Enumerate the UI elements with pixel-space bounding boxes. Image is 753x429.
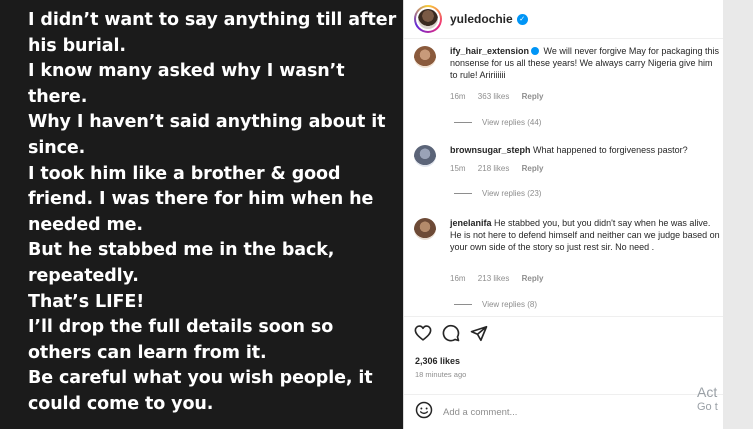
view-replies-button[interactable]: View replies (23) (454, 189, 541, 198)
reply-button[interactable]: Reply (522, 274, 544, 283)
comment-time: 16m (450, 274, 466, 283)
page-gutter (723, 0, 753, 429)
post-text-line: since. (28, 137, 86, 158)
verified-badge-icon (531, 47, 540, 55)
watermark-line-2: Go t (697, 401, 718, 413)
commenter-avatar[interactable] (414, 46, 436, 68)
reply-button[interactable]: Reply (522, 164, 544, 173)
post-text-line: friend. I was there for him when he (28, 189, 374, 210)
comment-time: 16m (450, 92, 466, 101)
watermark-line-1: Act (697, 384, 718, 400)
post-text-line: others can learn from it. (28, 342, 267, 363)
author-username[interactable]: yuledochie (450, 12, 513, 26)
post-text-line: needed me. (28, 214, 143, 235)
post-text-line: I’ll drop the full details soon so (28, 317, 334, 338)
commenter-avatar[interactable] (414, 145, 436, 167)
post-text-line: But he stabbed me in the back, (28, 240, 335, 261)
post-image: I didn’t want to say anything till after… (0, 0, 403, 429)
comment-meta: 16m 213 likes Reply (450, 274, 553, 283)
comment-body: ify_hair_extension We will never forgive… (450, 46, 720, 81)
comment-meta: 15m 218 likes Reply (450, 164, 553, 173)
post-actions (414, 324, 498, 347)
emoji-icon[interactable] (415, 401, 433, 424)
post-text-line: repeatedly. (28, 265, 139, 286)
post-text-line: could come to you. (28, 393, 214, 414)
post-text-line: I took him like a brother & good (28, 163, 341, 184)
header-divider (404, 38, 724, 39)
comment-likes[interactable]: 218 likes (478, 164, 510, 173)
comment-handle[interactable]: brownsugar_steph (450, 145, 531, 155)
view-replies-label: View replies (23) (482, 189, 542, 198)
author-avatar[interactable] (414, 5, 442, 33)
reply-button[interactable]: Reply (522, 92, 544, 101)
comment-item: jenelanifa He stabbed you, but you didn'… (414, 218, 720, 313)
comment-body: brownsugar_steph What happened to forgiv… (450, 145, 720, 157)
dash-divider (454, 122, 472, 123)
activation-watermark: Act Go t (697, 384, 718, 414)
view-replies-button[interactable]: View replies (44) (454, 118, 541, 127)
post-text-line: there. (28, 86, 88, 107)
comment-icon[interactable] (442, 324, 460, 347)
comment-item: ify_hair_extension We will never forgive… (414, 46, 720, 136)
post-text-line: his burial. (28, 35, 126, 56)
comment-handle[interactable]: jenelanifa (450, 218, 492, 228)
comments-panel: yuledochie ✓ ify_hair_extension We will … (403, 0, 724, 429)
post-text-line: Why I haven’t said anything about it (28, 112, 386, 133)
comment-likes[interactable]: 213 likes (478, 274, 510, 283)
comment-time: 15m (450, 164, 466, 173)
commenter-avatar[interactable] (414, 218, 436, 240)
view-replies-label: View replies (44) (482, 118, 542, 127)
post-text-line: That’s LIFE! (28, 291, 145, 312)
post-header: yuledochie ✓ (404, 0, 724, 38)
post-text-line: I didn’t want to say anything till after (28, 10, 397, 30)
comment-input[interactable] (443, 406, 683, 418)
comment-likes[interactable]: 363 likes (478, 92, 510, 101)
share-icon[interactable] (470, 325, 488, 347)
view-replies-label: View replies (8) (482, 300, 537, 309)
comment-composer (404, 394, 724, 429)
view-replies-button[interactable]: View replies (8) (454, 300, 537, 309)
dash-divider (454, 193, 472, 194)
actions-divider (404, 316, 724, 317)
verified-badge-icon: ✓ (516, 13, 528, 25)
likes-count[interactable]: 2,306 likes (415, 356, 460, 366)
comment-handle[interactable]: ify_hair_extension (450, 46, 529, 56)
post-text-line: Be careful what you wish people, it (28, 368, 373, 389)
post-timestamp: 18 minutes ago (415, 370, 467, 379)
comment-text: What happened to forgiveness pastor? (533, 145, 688, 155)
comment-item: brownsugar_steph What happened to forgiv… (414, 145, 720, 205)
comment-meta: 16m 363 likes Reply (450, 92, 553, 101)
post-text: I didn’t want to say anything till after… (28, 8, 398, 418)
dash-divider (454, 304, 472, 305)
comment-body: jenelanifa He stabbed you, but you didn'… (450, 218, 720, 253)
post-text-line: I know many asked why I wasn’t (28, 61, 345, 82)
heart-icon[interactable] (414, 325, 432, 346)
